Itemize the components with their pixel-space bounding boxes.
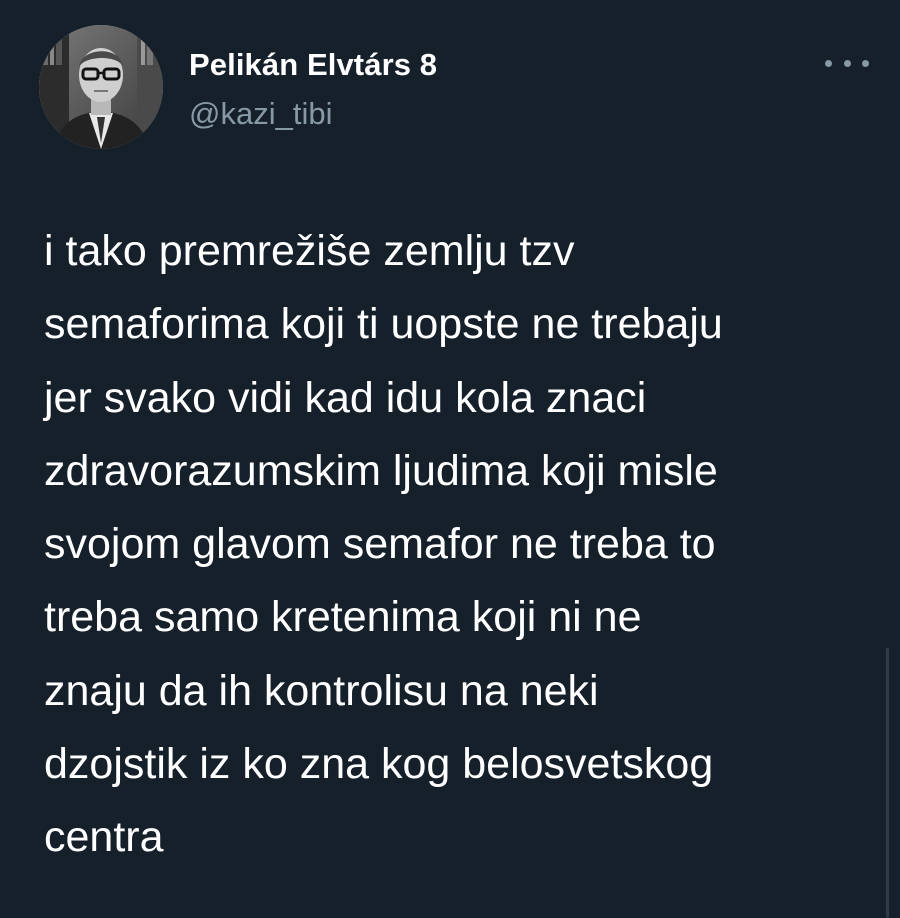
more-dot [862, 59, 869, 67]
author-handle[interactable]: @kazi_tibi [189, 96, 332, 132]
avatar[interactable] [39, 25, 163, 149]
tweet-text-line: i tako premrežiše zemlju tzv [44, 227, 575, 275]
tweet-text-line: jer svako vidi kad idu kola znaci [44, 373, 647, 422]
profile-photo-avatar-icon [39, 25, 163, 149]
tweet-text-line: centra [44, 813, 164, 862]
tweet-text-line: zdravorazumskim ljudima koji misle [44, 446, 718, 495]
tweet-text-line: treba samo kretenima koji ni ne [44, 593, 642, 642]
more-dot [825, 59, 832, 67]
tweet-text-line: znaju da ih kontrolisu na neki [44, 666, 599, 715]
tweet-text: i tako premrežiše zemlju tzv semaforima … [44, 215, 864, 875]
scrollbar[interactable] [886, 648, 889, 918]
author-display-name[interactable]: Pelikán Elvtárs 8 [189, 47, 437, 83]
tweet-text-line: semaforima koji ti uopste ne trebaju [44, 300, 723, 349]
tweet-header: Pelikán Elvtárs 8 @kazi_tibi [39, 25, 869, 150]
more-dot [843, 59, 851, 67]
tweet: Pelikán Elvtárs 8 @kazi_tibi i tako prem… [0, 0, 900, 918]
tweet-text-line: dzojstik iz ko zna kog belosvetskog [44, 740, 714, 789]
tweet-text-line: svojom glavom semafor ne treba to [44, 520, 716, 569]
more-options-ellipsis-icon[interactable] [825, 53, 869, 73]
